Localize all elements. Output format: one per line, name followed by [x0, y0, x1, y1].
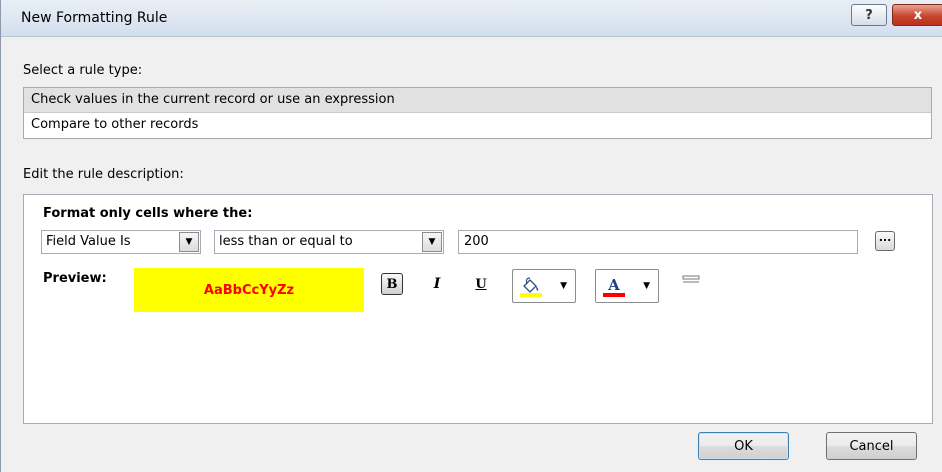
preview-label: Preview:: [43, 271, 107, 286]
font-color-icon: A: [603, 276, 625, 297]
preview-sample-text: AaBbCcYyZz: [203, 282, 295, 298]
cancel-button[interactable]: Cancel: [826, 432, 917, 460]
bold-button[interactable]: B: [381, 273, 403, 295]
value-input-text: 200: [464, 234, 489, 249]
svg-text:A: A: [607, 276, 620, 294]
border-style-icon[interactable]: [682, 275, 700, 285]
help-button[interactable]: ?: [851, 4, 887, 26]
field-select-value: Field Value Is: [46, 234, 131, 249]
rule-type-list: Check values in the current record or us…: [23, 87, 932, 139]
chevron-down-icon[interactable]: ▼: [179, 232, 199, 252]
chevron-down-icon: ▼: [643, 281, 650, 291]
rule-description-panel: Format only cells where the: Field Value…: [23, 194, 933, 424]
fill-color-swatch: [520, 293, 542, 297]
rule-type-label: Select a rule type:: [23, 63, 143, 78]
underline-button[interactable]: U: [470, 273, 492, 295]
operator-select-value: less than or equal to: [219, 234, 353, 249]
fill-color-dropdown[interactable]: ▼: [512, 269, 576, 303]
rule-type-item-compare[interactable]: Compare to other records: [24, 112, 931, 137]
new-formatting-rule-dialog: New Formatting Rule ? x Select a rule ty…: [0, 0, 942, 472]
rule-type-item-expression[interactable]: Check values in the current record or us…: [24, 88, 931, 112]
font-color-dropdown[interactable]: A ▼: [595, 269, 659, 303]
chevron-down-icon: ▼: [560, 281, 567, 291]
font-color-swatch: [603, 293, 625, 297]
ok-button[interactable]: OK: [698, 432, 789, 460]
help-icon: ?: [865, 7, 873, 23]
chevron-down-icon[interactable]: ▼: [422, 232, 442, 252]
close-button[interactable]: x: [892, 4, 942, 26]
title-bar: New Formatting Rule ? x: [1, 0, 942, 37]
format-condition-heading: Format only cells where the:: [43, 206, 253, 221]
value-input[interactable]: 200: [458, 230, 858, 254]
italic-button[interactable]: I: [426, 273, 448, 295]
field-select[interactable]: Field Value Is ▼: [41, 230, 201, 254]
expression-builder-button[interactable]: ...: [875, 231, 895, 251]
preview-sample: AaBbCcYyZz: [134, 268, 364, 312]
operator-select[interactable]: less than or equal to ▼: [214, 230, 444, 254]
rule-description-label: Edit the rule description:: [23, 167, 184, 182]
paint-bucket-icon: [520, 277, 542, 297]
dialog-title: New Formatting Rule: [21, 10, 168, 26]
close-icon: x: [913, 7, 923, 23]
